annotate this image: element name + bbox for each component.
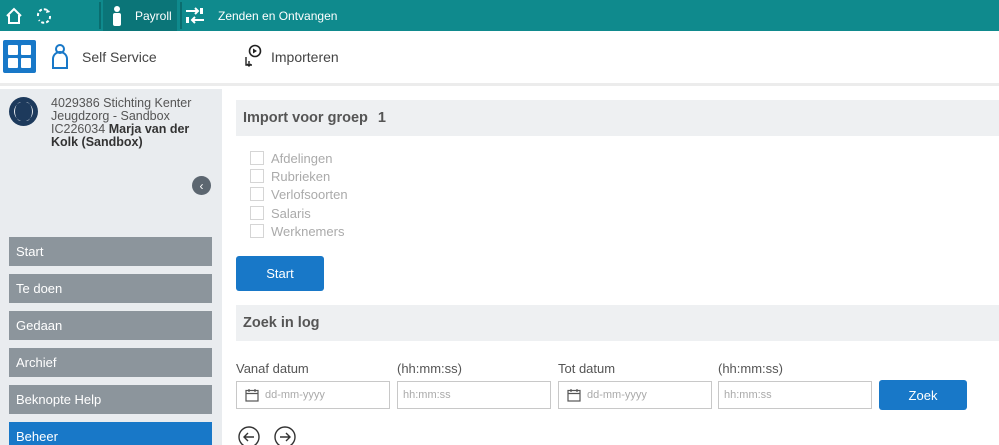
from-date-label: Vanaf datum xyxy=(236,361,309,376)
arrow-right-icon[interactable] xyxy=(274,426,296,445)
sidebar-item-label: Beknopte Help xyxy=(16,392,102,407)
payroll-module[interactable]: Payroll xyxy=(103,0,177,31)
sidebar-item-label: Start xyxy=(16,244,44,259)
sidebar-item-label: Beheer xyxy=(16,429,58,444)
option-verlofsoorten[interactable]: Verlofsoorten xyxy=(250,185,348,203)
organization-logo-icon xyxy=(9,97,38,126)
sidebar-item-te-doen[interactable]: Te doen xyxy=(9,274,212,303)
log-section-header: Zoek in log xyxy=(236,305,999,341)
chevron-left-icon: ‹ xyxy=(199,178,204,193)
log-title: Zoek in log xyxy=(243,315,320,331)
apps-grid-button[interactable] xyxy=(3,40,36,73)
from-date-input[interactable]: dd-mm-yyyy xyxy=(236,381,390,409)
option-werknemers[interactable]: Werknemers xyxy=(250,222,344,240)
import-link[interactable]: Importeren xyxy=(271,49,339,65)
to-time-label: (hh:mm:ss) xyxy=(718,361,783,376)
to-date-label: Tot datum xyxy=(558,361,616,376)
sidebar-item-start[interactable]: Start xyxy=(9,237,212,266)
send-receive-label: Zenden en Ontvangen xyxy=(218,8,338,23)
import-icon[interactable] xyxy=(242,44,264,68)
divider xyxy=(180,2,182,29)
to-time-input[interactable]: hh:mm:ss xyxy=(718,381,872,409)
organization-code: IC226034 xyxy=(51,122,106,136)
option-afdelingen[interactable]: Afdelingen xyxy=(250,149,332,167)
option-salaris[interactable]: Salaris xyxy=(250,204,311,222)
payroll-label: Payroll xyxy=(135,8,172,23)
checkbox[interactable] xyxy=(250,224,264,238)
option-label: Verlofsoorten xyxy=(271,186,348,202)
import-section-header: Import voor groep 1 xyxy=(236,100,999,136)
sidebar: 4029386 Stichting Kenter Jeugdzorg - San… xyxy=(0,89,222,445)
arrow-left-icon[interactable] xyxy=(238,426,260,445)
sidebar-item-label: Te doen xyxy=(16,281,63,296)
checkbox[interactable] xyxy=(250,169,264,183)
checkbox[interactable] xyxy=(250,206,264,220)
send-receive-module[interactable]: Zenden en Ontvangen xyxy=(184,0,337,31)
checkbox[interactable] xyxy=(250,187,264,201)
refresh-icon[interactable] xyxy=(33,5,55,27)
person-icon xyxy=(113,5,121,26)
import-group-number: 1 xyxy=(377,110,386,126)
self-service-link[interactable]: Self Service xyxy=(82,49,157,65)
checkbox[interactable] xyxy=(250,151,264,165)
top-bar: Payroll Zenden en Ontvangen xyxy=(0,0,999,31)
sidebar-item-archief[interactable]: Archief xyxy=(9,348,212,377)
divider xyxy=(99,2,101,29)
home-icon[interactable] xyxy=(3,5,25,27)
option-label: Rubrieken xyxy=(271,168,331,184)
from-time-label: (hh:mm:ss) xyxy=(397,361,462,376)
organization-name: 4029386 Stichting Kenter Jeugdzorg - San… xyxy=(51,96,192,123)
app-header: Self Service Importeren xyxy=(0,31,999,86)
option-label: Salaris xyxy=(271,205,311,221)
to-date-input[interactable]: dd-mm-yyyy xyxy=(558,381,712,409)
sidebar-item-label: Gedaan xyxy=(16,318,63,333)
sidebar-item-label: Archief xyxy=(16,355,57,370)
option-rubrieken[interactable]: Rubrieken xyxy=(250,167,330,185)
sidebar-item-beheer[interactable]: Beheer xyxy=(9,422,212,445)
collapse-sidebar-button[interactable]: ‹ xyxy=(192,176,211,195)
from-date-placeholder: dd-mm-yyyy xyxy=(265,389,325,401)
organization-info: 4029386 Stichting Kenter Jeugdzorg - San… xyxy=(51,97,211,149)
calendar-icon[interactable] xyxy=(245,388,259,402)
start-import-button[interactable]: Start xyxy=(236,256,324,291)
from-time-placeholder: hh:mm:ss xyxy=(403,389,451,401)
sidebar-item-beknopte-help[interactable]: Beknopte Help xyxy=(9,385,212,414)
import-title: Import voor groep xyxy=(243,110,368,126)
search-log-button[interactable]: Zoek xyxy=(879,380,967,410)
main-content: Import voor groep 1 Afdelingen Rubrieken… xyxy=(222,89,999,445)
self-service-icon[interactable] xyxy=(51,44,69,70)
option-label: Afdelingen xyxy=(271,150,333,166)
to-date-placeholder: dd-mm-yyyy xyxy=(587,389,647,401)
option-label: Werknemers xyxy=(271,223,345,239)
transfer-icon xyxy=(186,6,204,24)
to-time-placeholder: hh:mm:ss xyxy=(724,389,772,401)
sidebar-item-gedaan[interactable]: Gedaan xyxy=(9,311,212,340)
calendar-icon[interactable] xyxy=(567,388,581,402)
from-time-input[interactable]: hh:mm:ss xyxy=(397,381,551,409)
